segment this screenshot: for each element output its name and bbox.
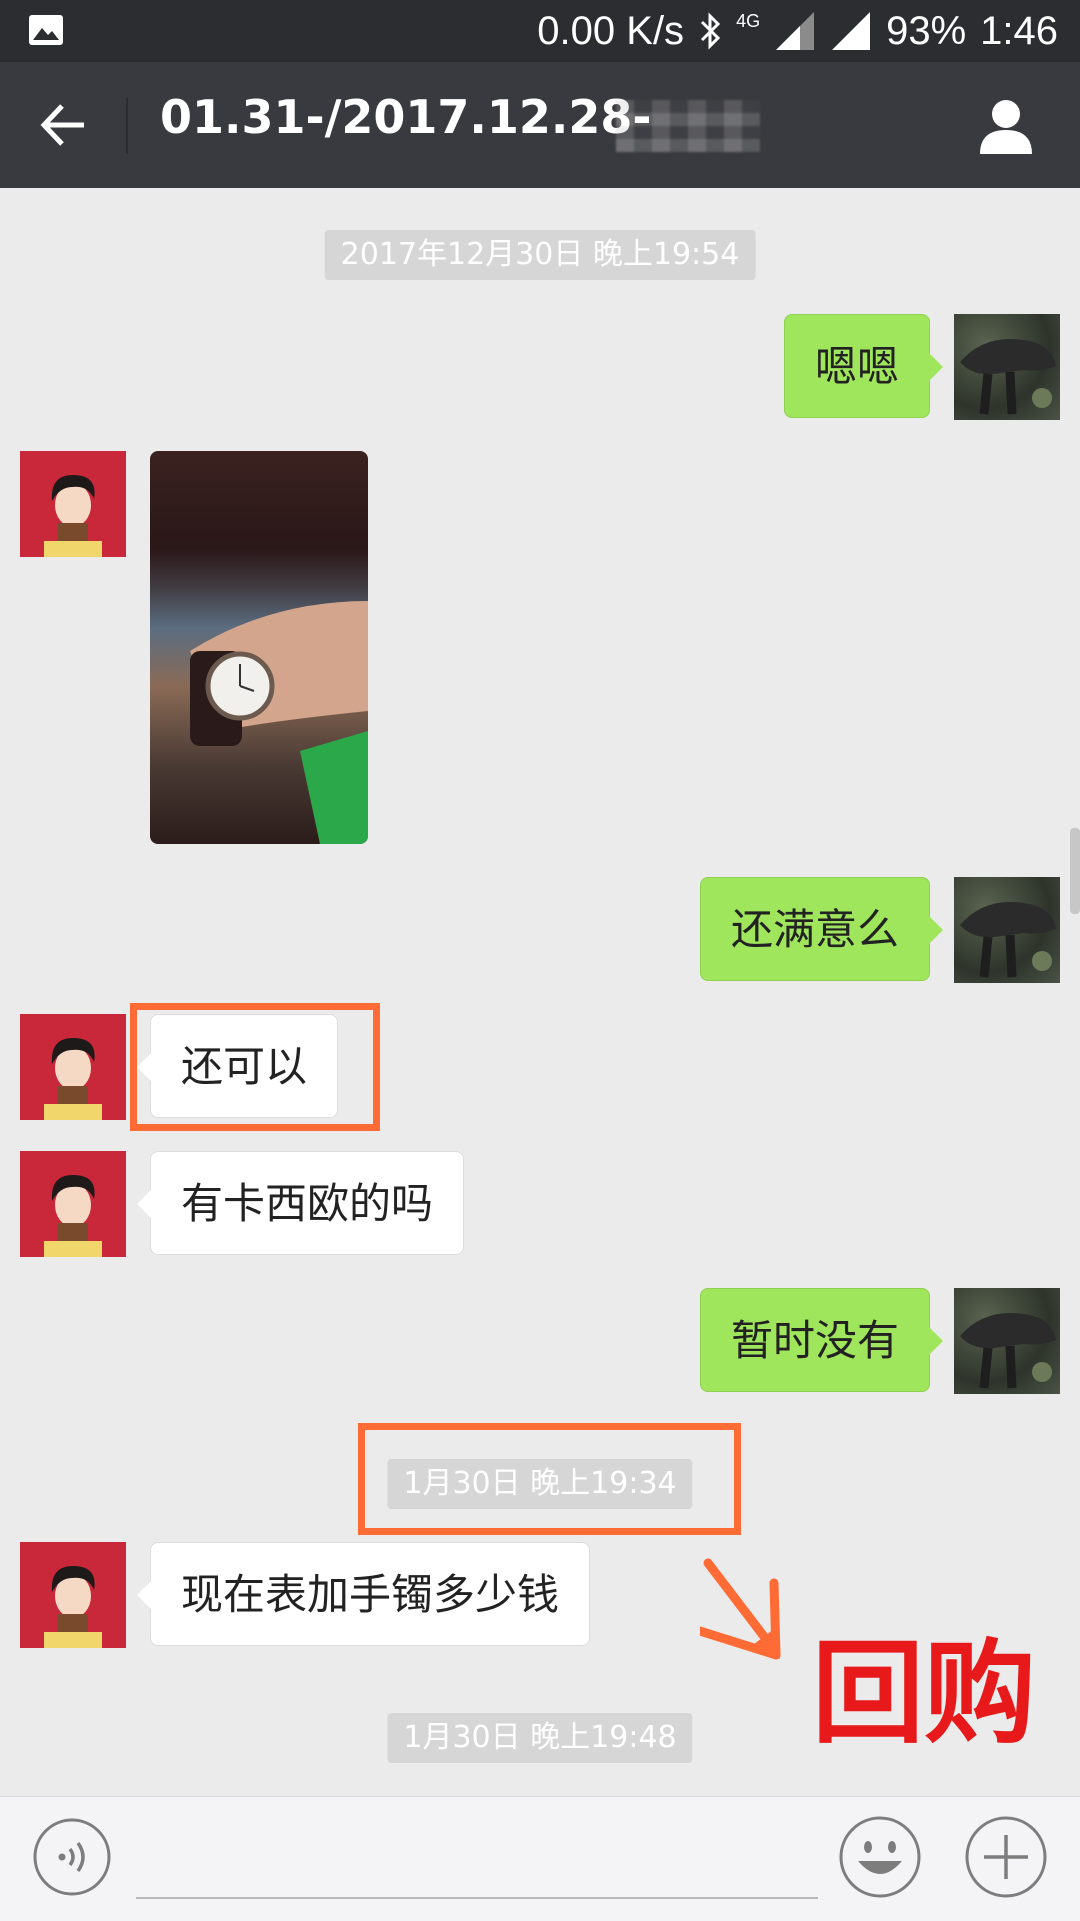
message-bubble-sent[interactable]: 暂时没有 <box>699 1288 944 1392</box>
message-bubble-sent[interactable]: 还满意么 <box>699 877 944 981</box>
signal-icon <box>832 12 871 50</box>
plus-icon[interactable] <box>964 1815 1048 1899</box>
timestamp: 1月30日 晚上19:48 <box>387 1713 693 1763</box>
voice-icon[interactable] <box>32 1817 112 1897</box>
highlight-box <box>358 1423 741 1535</box>
scrollbar[interactable] <box>1070 828 1080 914</box>
avatar[interactable] <box>20 451 126 557</box>
status-bar: 0.00 K/s 4G 93% 1:46 <box>0 0 1080 62</box>
message-input[interactable] <box>136 1897 818 1899</box>
chat-title: 01.31-/2017.12.28- <box>160 90 652 144</box>
annotation-label: 回购 <box>812 1629 1036 1759</box>
avatar[interactable] <box>954 1288 1060 1394</box>
message-bubble-received[interactable]: 有卡西欧的吗 <box>136 1151 465 1255</box>
person-icon[interactable] <box>976 96 1036 156</box>
emoji-icon[interactable] <box>838 1815 922 1899</box>
photo-message[interactable] <box>150 451 368 844</box>
net-speed: 0.00 K/s <box>537 8 685 53</box>
signal-icon <box>776 12 815 50</box>
highlight-box <box>130 1003 380 1131</box>
battery-level: 93% <box>886 8 967 53</box>
avatar[interactable] <box>20 1542 126 1648</box>
blurred-name <box>616 100 760 152</box>
message-bubble-received[interactable]: 现在表加手镯多少钱 <box>136 1542 591 1646</box>
clock: 1:46 <box>980 8 1058 53</box>
chat-header: 01.31-/2017.12.28- <box>0 62 1080 188</box>
timestamp: 2017年12月30日 晚上19:54 <box>324 230 756 280</box>
gallery-icon <box>29 15 63 45</box>
avatar[interactable] <box>954 877 1060 983</box>
avatar[interactable] <box>20 1151 126 1257</box>
bluetooth-icon <box>701 12 721 50</box>
avatar[interactable] <box>20 1014 126 1120</box>
arrow-annotation-icon <box>700 1558 781 1660</box>
arrow-left-icon[interactable] <box>38 100 88 150</box>
message-bubble-sent[interactable]: 嗯嗯 <box>783 314 944 418</box>
avatar[interactable] <box>954 314 1060 420</box>
header-divider <box>126 98 128 154</box>
network-type: 4G <box>736 10 761 31</box>
input-bar <box>0 1796 1080 1921</box>
